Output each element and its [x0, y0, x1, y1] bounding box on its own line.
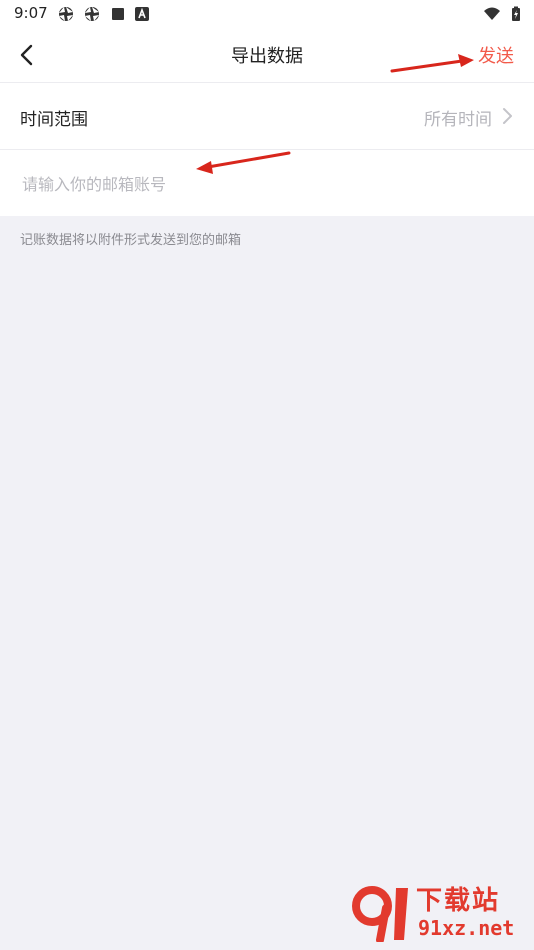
- wifi-icon: [484, 7, 500, 20]
- email-row: [0, 150, 534, 216]
- email-input[interactable]: [20, 168, 514, 200]
- aperture-icon: [85, 7, 99, 21]
- status-bar: 9:07: [0, 0, 534, 28]
- a-notification-icon: [135, 7, 149, 21]
- time-range-label: 时间范围: [20, 110, 88, 130]
- square-notification-icon: [112, 8, 124, 20]
- time-range-value: 所有时间: [424, 110, 492, 130]
- top-app-bar: 导出数据 发送: [0, 28, 534, 83]
- watermark-text-cn: 下载站: [416, 886, 501, 916]
- battery-icon: [512, 6, 520, 21]
- watermark: 下载站 91xz.net: [350, 880, 526, 944]
- watermark-text-en: 91xz.net: [418, 916, 515, 940]
- send-button[interactable]: 发送: [478, 42, 514, 68]
- status-time: 9:07: [14, 4, 48, 22]
- export-hint: 记账数据将以附件形式发送到您的邮箱: [20, 233, 242, 248]
- time-range-row[interactable]: 时间范围 所有时间: [0, 83, 534, 150]
- chevron-right-icon: [503, 108, 512, 124]
- aperture-icon: [59, 7, 73, 21]
- watermark-logo-icon: [352, 886, 408, 942]
- page-title: 导出数据: [231, 46, 303, 67]
